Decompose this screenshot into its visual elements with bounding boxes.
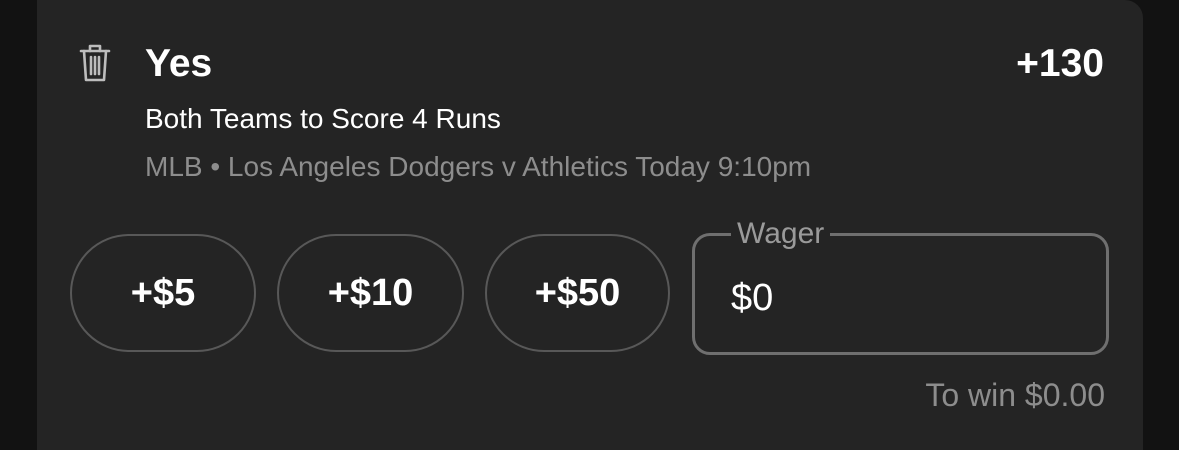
bet-event-info: MLB • Los Angeles Dodgers v Athletics To… bbox=[145, 151, 812, 182]
bet-odds: +130 bbox=[1016, 42, 1104, 85]
bet-market: Both Teams to Score 4 Runs bbox=[145, 103, 501, 134]
bet-selection: Yes bbox=[145, 42, 213, 85]
quick-add-10-button[interactable]: +$10 bbox=[277, 234, 464, 352]
quick-add-5-button[interactable]: +$5 bbox=[70, 234, 256, 352]
wager-label: Wager bbox=[731, 216, 831, 252]
wager-input[interactable] bbox=[731, 274, 1071, 322]
quick-add-50-button[interactable]: +$50 bbox=[485, 234, 670, 352]
wager-field[interactable]: Wager bbox=[692, 216, 1109, 355]
to-win-text: To win $0.00 bbox=[925, 377, 1105, 413]
trash-icon[interactable] bbox=[78, 42, 112, 84]
